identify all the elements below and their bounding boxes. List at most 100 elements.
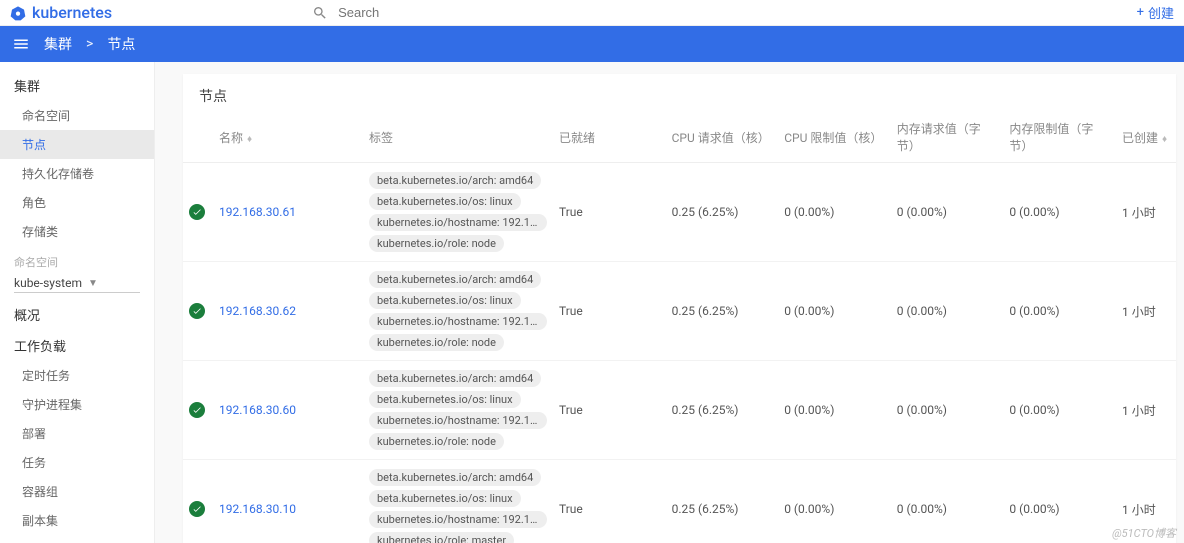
nodes-table: 名称♦ 标签 已就绪 CPU 请求值（核） CPU 限制值（核） 内存请求值（字… [183,112,1176,543]
col-age[interactable]: 已创建♦ [1116,112,1176,163]
cell-cpu_req: 0.25 (6.25%) [666,460,779,543]
sidebar-ns-label: 命名空间 [0,246,154,272]
sidebar-workload-header[interactable]: 工作负载 [0,330,154,361]
kubernetes-icon [10,5,26,21]
cell-cpu_lim: 0 (0.00%) [778,460,891,543]
cell-cpu_lim: 0 (0.00%) [778,262,891,361]
create-button[interactable]: + 创建 [1137,3,1174,22]
sidebar-item[interactable]: 副本控制器 [0,535,154,543]
cell-mem_lim: 0 (0.00%) [1003,163,1116,262]
blue-header: 集群 > 节点 [0,26,1184,62]
col-mem-req[interactable]: 内存请求值（字节） [891,112,1004,163]
label-chip: beta.kubernetes.io/arch: amd64 [369,271,541,288]
table-row: 192.168.30.61 beta.kubernetes.io/arch: am… [183,163,1176,262]
sidebar-item[interactable]: 定时任务 [0,361,154,390]
layout: 集群 命名空间节点持久化存储卷角色存储类 命名空间 kube-system ▼ … [0,62,1184,543]
nodes-card: 节点 名称♦ 标签 已就绪 CPU 请求值（核） CPU 限制值（核） 内存请求… [183,74,1176,543]
label-chip: beta.kubernetes.io/os: linux [369,193,521,210]
label-chip: kubernetes.io/hostname: 192.168.3... [369,313,547,330]
cell-ready: True [553,262,666,361]
label-chip: kubernetes.io/role: master [369,532,514,543]
label-chip: beta.kubernetes.io/arch: amd64 [369,370,541,387]
sidebar-item[interactable]: 部署 [0,419,154,448]
sidebar-item[interactable]: 守护进程集 [0,390,154,419]
cell-mem_lim: 0 (0.00%) [1003,262,1116,361]
brand-text: kubernetes [32,3,112,22]
search-input[interactable] [338,5,638,20]
table-header-row: 名称♦ 标签 已就绪 CPU 请求值（核） CPU 限制值（核） 内存请求值（字… [183,112,1176,163]
table-row: 192.168.30.10 beta.kubernetes.io/arch: am… [183,460,1176,543]
label-chip: kubernetes.io/hostname: 192.168.3... [369,511,547,528]
sort-icon: ♦ [247,134,252,145]
brand-logo[interactable]: kubernetes [10,3,112,22]
create-label: 创建 [1148,3,1174,22]
label-chip: beta.kubernetes.io/os: linux [369,391,521,408]
label-chip: beta.kubernetes.io/os: linux [369,490,521,507]
label-chips: beta.kubernetes.io/arch: amd64 beta.kuber… [369,468,547,543]
cell-mem_lim: 0 (0.00%) [1003,460,1116,543]
breadcrumb-current: 节点 [107,34,135,54]
node-link[interactable]: 192.168.30.62 [219,304,296,318]
topbar: kubernetes + 创建 [0,0,1184,26]
col-name[interactable]: 名称♦ [213,112,363,163]
status-ok-icon [189,402,205,418]
label-chips: beta.kubernetes.io/arch: amd64 beta.kuber… [369,171,547,253]
node-link[interactable]: 192.168.30.60 [219,403,296,417]
sidebar-item[interactable]: 命名空间 [0,101,154,130]
namespace-select[interactable]: kube-system ▼ [14,276,140,293]
sidebar-item[interactable]: 容器组 [0,477,154,506]
col-mem-lim[interactable]: 内存限制值（字节） [1003,112,1116,163]
search-icon [312,5,328,21]
label-chip: kubernetes.io/role: node [369,235,504,252]
sidebar-cluster-header[interactable]: 集群 [0,70,154,101]
label-chip: beta.kubernetes.io/os: linux [369,292,521,309]
sidebar-item[interactable]: 节点 [0,130,154,159]
cell-cpu_req: 0.25 (6.25%) [666,163,779,262]
cell-age: 1 小时 [1116,163,1176,262]
cell-ready: True [553,163,666,262]
cell-cpu_lim: 0 (0.00%) [778,361,891,460]
label-chips: beta.kubernetes.io/arch: amd64 beta.kuber… [369,270,547,352]
col-ready[interactable]: 已就绪 [553,112,666,163]
table-row: 192.168.30.60 beta.kubernetes.io/arch: am… [183,361,1176,460]
sidebar-item[interactable]: 存储类 [0,217,154,246]
breadcrumb-cluster[interactable]: 集群 [44,34,72,54]
sort-icon: ♦ [1162,134,1167,145]
node-link[interactable]: 192.168.30.61 [219,205,296,219]
cell-mem_req: 0 (0.00%) [891,460,1004,543]
sidebar: 集群 命名空间节点持久化存储卷角色存储类 命名空间 kube-system ▼ … [0,62,155,543]
col-labels[interactable]: 标签 [363,112,553,163]
label-chip: kubernetes.io/role: node [369,334,504,351]
breadcrumb-separator: > [86,36,93,52]
sidebar-item[interactable]: 角色 [0,188,154,217]
label-chip: kubernetes.io/hostname: 192.168.3... [369,412,547,429]
label-chip: kubernetes.io/role: node [369,433,504,450]
hamburger-icon[interactable] [12,35,30,53]
cell-age: 1 小时 [1116,361,1176,460]
sidebar-overview[interactable]: 概况 [0,299,154,330]
label-chip: beta.kubernetes.io/arch: amd64 [369,469,541,486]
main-content: 节点 名称♦ 标签 已就绪 CPU 请求值（核） CPU 限制值（核） 内存请求… [155,62,1184,543]
status-ok-icon [189,204,205,220]
cell-cpu_req: 0.25 (6.25%) [666,361,779,460]
sidebar-item[interactable]: 任务 [0,448,154,477]
status-ok-icon [189,501,205,517]
plus-icon: + [1137,5,1144,20]
search-area [312,5,1137,21]
cell-age: 1 小时 [1116,262,1176,361]
label-chip: beta.kubernetes.io/arch: amd64 [369,172,541,189]
cell-cpu_lim: 0 (0.00%) [778,163,891,262]
label-chip: kubernetes.io/hostname: 192.168.3... [369,214,547,231]
watermark: @51CTO博客 [1112,525,1176,541]
col-cpu-lim[interactable]: CPU 限制值（核） [778,112,891,163]
table-row: 192.168.30.62 beta.kubernetes.io/arch: am… [183,262,1176,361]
namespace-selected: kube-system [14,276,82,290]
cell-mem_req: 0 (0.00%) [891,361,1004,460]
col-cpu-req[interactable]: CPU 请求值（核） [666,112,779,163]
sidebar-item[interactable]: 副本集 [0,506,154,535]
node-link[interactable]: 192.168.30.10 [219,502,296,516]
cell-mem_req: 0 (0.00%) [891,262,1004,361]
chevron-down-icon: ▼ [88,278,98,289]
cell-ready: True [553,361,666,460]
sidebar-item[interactable]: 持久化存储卷 [0,159,154,188]
